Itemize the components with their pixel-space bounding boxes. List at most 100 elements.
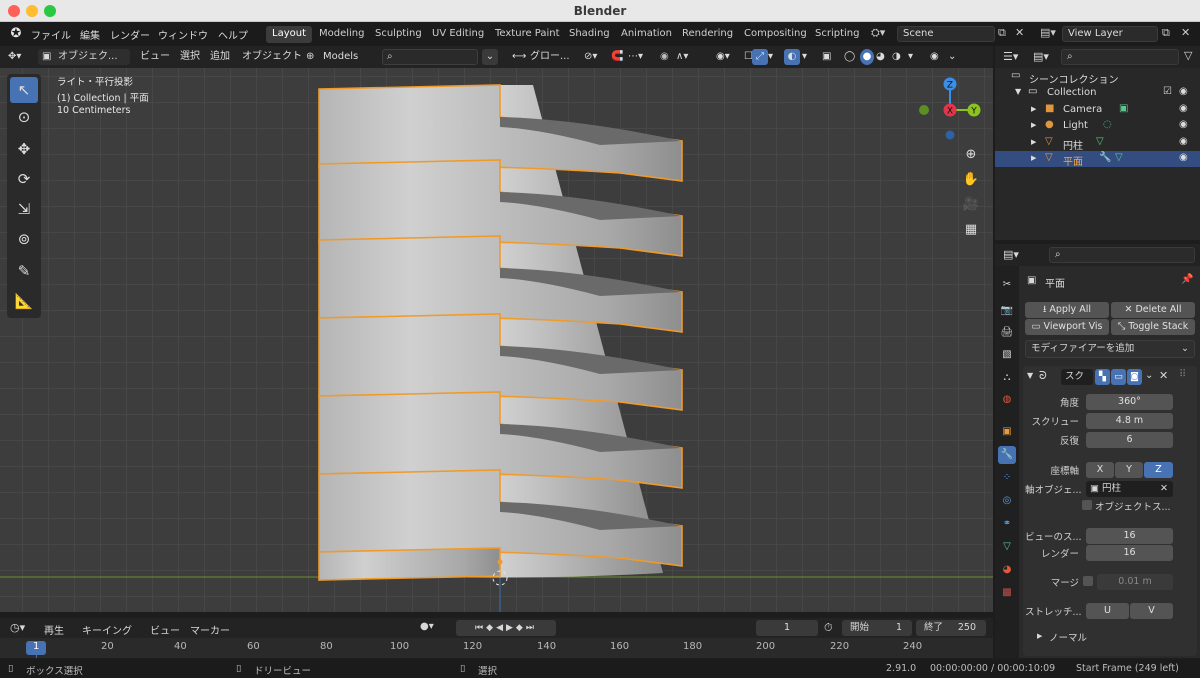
tab-modeling[interactable]: Modeling	[313, 26, 371, 43]
collection-label[interactable]: Models	[323, 49, 358, 65]
record-icon[interactable]: ●▾	[420, 621, 434, 632]
pan-hand-icon[interactable]: ✋	[960, 169, 982, 191]
delete-all-button[interactable]: ✕ Delete All	[1111, 302, 1195, 318]
modifier-tab-icon[interactable]: 🔧	[998, 446, 1016, 464]
tab-scripting[interactable]: Scripting	[809, 26, 865, 43]
tab-rendering[interactable]: Rendering	[676, 26, 739, 43]
delete-view-layer-icon[interactable]: ✕	[1181, 26, 1195, 42]
timeline-scrubber[interactable]: 1 20 40 60 80 100 120 140 160 180 200 22…	[0, 638, 993, 658]
camera-view-icon[interactable]: 🎥	[960, 194, 982, 216]
outliner-item-light[interactable]: ▶ ● Light ◌ ◉	[995, 118, 1200, 134]
prev-keyframe-icon[interactable]: ◆	[486, 623, 496, 633]
measure-tool-icon[interactable]: 📐	[10, 288, 38, 314]
tool-tab-icon[interactable]: ✂	[998, 276, 1016, 294]
view-layer-tab-icon[interactable]: ▧	[998, 346, 1016, 364]
outliner-item-camera[interactable]: ▶ ■ Camera ▣ ◉	[995, 102, 1200, 118]
properties-search-input[interactable]: ⌕	[1049, 247, 1195, 263]
viewport-options-icon[interactable]: ⌄	[948, 49, 956, 65]
apply-all-button[interactable]: ⭳ Apply All	[1025, 302, 1109, 318]
timeline-editor-icon[interactable]: ◷▾	[10, 621, 25, 634]
edit-mode-toggle-icon[interactable]: ▚	[1095, 369, 1110, 385]
mode-selector[interactable]: ▣ オブジェク...	[38, 49, 130, 65]
next-keyframe-icon[interactable]: ◆	[516, 623, 526, 633]
cylinder-eye-icon[interactable]: ◉	[1179, 136, 1188, 147]
cursor-tool-icon[interactable]: ⊙	[10, 104, 38, 130]
light-eye-icon[interactable]: ◉	[1179, 119, 1188, 130]
collapse-icon[interactable]: ⌄	[482, 49, 498, 65]
plane-eye-icon[interactable]: ◉	[1179, 152, 1188, 163]
annotate-tool-icon[interactable]: ✎	[10, 258, 38, 284]
tab-layout[interactable]: Layout	[266, 26, 312, 43]
camera-eye-icon[interactable]: ◉	[1179, 103, 1188, 114]
drag-handle-icon[interactable]: ⠿	[1179, 369, 1186, 380]
navigation-gizmo[interactable]: Z Y X	[912, 72, 986, 142]
normals-subpanel-label[interactable]: ノーマル	[1049, 630, 1087, 644]
jump-end-icon[interactable]: ⏭	[526, 623, 537, 633]
viewport-toggle-icon[interactable]: ▭	[1111, 369, 1126, 385]
render-steps-field[interactable]: 16	[1086, 545, 1173, 561]
proportional-edit-icon[interactable]: ◉	[660, 49, 669, 65]
menu-render[interactable]: レンダー	[110, 27, 150, 42]
playback-controls[interactable]: ⏮◆◀▶◆⏭	[456, 620, 556, 636]
mesh-data-icon[interactable]: ▽	[1096, 136, 1104, 147]
mesh-data-icon[interactable]: ▽	[1115, 152, 1123, 163]
material-shading-icon[interactable]: ◕	[876, 49, 885, 65]
modifier-wrench-icon[interactable]: 🔧	[1099, 152, 1111, 163]
menu-file[interactable]: ファイル	[31, 27, 71, 42]
render-toggle-icon[interactable]: ◙	[1127, 369, 1142, 385]
exclude-checkbox[interactable]: ☑	[1163, 86, 1172, 97]
view-layer-field[interactable]: View Layer	[1062, 26, 1158, 42]
end-frame-field[interactable]: 終了 250	[916, 620, 986, 636]
scene-name-field[interactable]: Scene	[897, 26, 995, 42]
angle-field[interactable]: 360°	[1086, 394, 1173, 410]
wireframe-shading-icon[interactable]: ◯	[844, 49, 855, 65]
blender-logo-icon[interactable]: ✪	[8, 26, 24, 42]
new-view-layer-icon[interactable]: ⧉	[1162, 26, 1176, 42]
outliner-editor-icon[interactable]: ☰▾	[1003, 50, 1018, 63]
viewport-search-input[interactable]: ⌕	[382, 49, 478, 65]
rotate-tool-icon[interactable]: ⟳	[10, 166, 38, 192]
scale-tool-icon[interactable]: ⇲	[10, 196, 38, 222]
toggle-stack-button[interactable]: ⤡ Toggle Stack	[1111, 319, 1195, 335]
tab-shading[interactable]: Shading	[563, 26, 616, 43]
gizmo-icon[interactable]: ⤢	[752, 49, 768, 65]
delete-scene-icon[interactable]: ✕	[1015, 26, 1029, 42]
transform-tool-icon[interactable]: ⊚	[10, 226, 38, 252]
camera-data-icon[interactable]: ▣	[1119, 103, 1128, 114]
clock-icon[interactable]: ⏱	[824, 621, 833, 635]
pin-icon[interactable]: 📌	[1181, 274, 1193, 285]
menu-window[interactable]: ウィンドウ	[158, 27, 208, 42]
outliner-search-input[interactable]: ⌕	[1061, 49, 1179, 65]
viewport-menu-add[interactable]: 追加	[210, 49, 230, 65]
rendered-shading-icon[interactable]: ◑	[892, 49, 901, 65]
viewport-menu-view[interactable]: ビュー	[140, 49, 170, 65]
scene-selector-icon[interactable]: ⛭▾	[871, 26, 895, 42]
object-screw-checkbox[interactable]	[1082, 500, 1092, 510]
expand-arrow-icon[interactable]: ▶	[1031, 105, 1036, 113]
iterations-field[interactable]: 6	[1086, 432, 1173, 448]
move-tool-icon[interactable]: ✥	[10, 136, 38, 162]
pivot-icon[interactable]: ⊘▾	[584, 49, 597, 65]
screw-field[interactable]: 4.8 m	[1086, 413, 1173, 429]
play-reverse-icon[interactable]: ◀	[496, 623, 506, 633]
new-scene-icon[interactable]: ⧉	[998, 26, 1012, 42]
outliner-collection[interactable]: ▼ ▭ Collection ☑ ◉	[995, 85, 1200, 101]
collection-eye-icon[interactable]: ◉	[1179, 86, 1188, 97]
overlay-dropdown-icon[interactable]: ▾	[802, 49, 807, 65]
tab-sculpting[interactable]: Sculpting	[369, 26, 428, 43]
viewport-steps-field[interactable]: 16	[1086, 528, 1173, 544]
render-tab-icon[interactable]: 📷	[998, 302, 1016, 320]
properties-editor-icon[interactable]: ▤▾	[1003, 248, 1019, 261]
select-tool-icon[interactable]: ↖	[10, 77, 38, 103]
menu-help[interactable]: ヘルプ	[218, 27, 248, 42]
expand-arrow-icon[interactable]: ▶	[1031, 154, 1036, 162]
constraints-tab-icon[interactable]: ⚭	[998, 515, 1016, 533]
tab-uv-editing[interactable]: UV Editing	[426, 26, 490, 43]
expand-arrow-icon[interactable]: ▶	[1037, 632, 1042, 640]
outliner-scene-collection[interactable]: ▭ シーンコレクション	[995, 69, 1200, 86]
falloff-icon[interactable]: ∧▾	[676, 49, 688, 65]
outliner-item-cylinder[interactable]: ▶ ▽ 円柱 ▽ ◉	[995, 135, 1200, 152]
particles-tab-icon[interactable]: ⁘	[998, 469, 1016, 487]
axis-object-field[interactable]: ▣ 円柱 ✕	[1086, 481, 1173, 497]
tab-animation[interactable]: Animation	[615, 26, 678, 43]
